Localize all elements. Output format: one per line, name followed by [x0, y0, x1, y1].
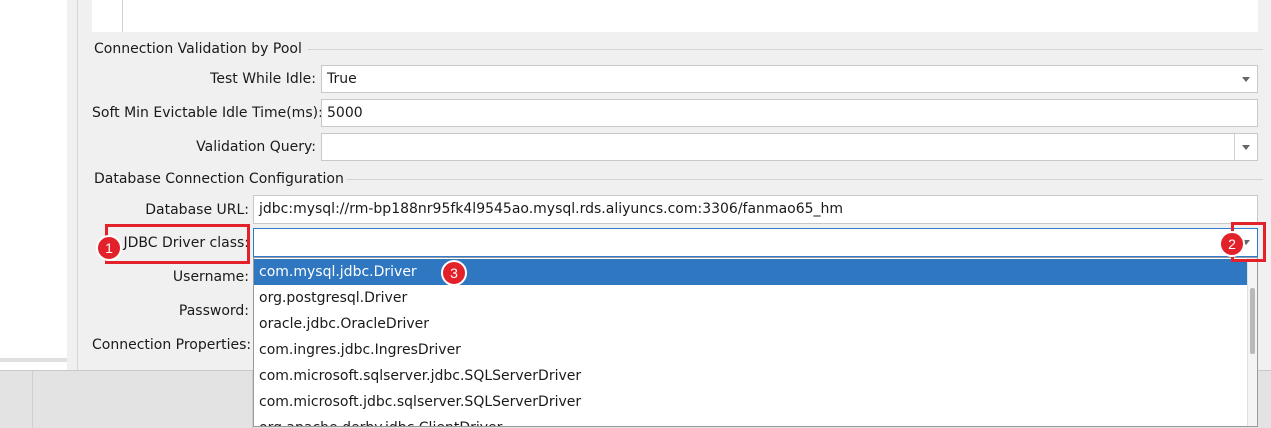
validation-query-label: Validation Query:	[196, 139, 316, 155]
soft-min-idle-input[interactable]: 5000	[321, 99, 1258, 127]
dropdown-option-derby[interactable]: org.apache.derby.jdbc.ClientDriver	[254, 415, 1248, 426]
dropdown-option-ingres[interactable]: com.ingres.jdbc.IngresDriver	[254, 337, 1248, 363]
bottom-bar-cell	[0, 371, 33, 428]
dropdown-option-postgresql[interactable]: org.postgresql.Driver	[254, 285, 1248, 311]
bottom-bar-cell	[32, 371, 253, 428]
section-title-validation: Connection Validation by Pool	[94, 41, 302, 57]
dropdown-option-oracle[interactable]: oracle.jdbc.OracleDriver	[254, 311, 1248, 337]
jdbc-driver-dropdown[interactable]: com.mysql.jdbc.Driver org.postgresql.Dri…	[253, 257, 1258, 427]
connection-properties-label: Connection Properties:	[92, 337, 252, 353]
callout-badge-2: 2	[1219, 231, 1245, 257]
database-url-input[interactable]: jdbc:mysql://rm-bp188nr95fk4l9545ao.mysq…	[253, 195, 1258, 224]
panel-gutter	[67, 0, 78, 370]
database-url-label: Database URL:	[145, 202, 249, 218]
callout-badge-3: 3	[441, 260, 467, 286]
password-label: Password:	[178, 303, 249, 319]
dropdown-scrollbar[interactable]	[1247, 258, 1257, 426]
dropdown-scrollbar-thumb[interactable]	[1250, 288, 1255, 354]
jdbc-driver-combo[interactable]	[253, 228, 1258, 257]
test-while-idle-label: Test While Idle:	[210, 71, 316, 87]
section-title-db-config: Database Connection Configuration	[94, 171, 344, 187]
text-area-gutter-line	[122, 0, 123, 32]
test-while-idle-value: True	[327, 71, 357, 87]
left-pane	[0, 0, 68, 360]
left-pane-divider	[0, 358, 67, 362]
dropdown-option-mysql[interactable]: com.mysql.jdbc.Driver	[254, 259, 1248, 285]
validation-query-combo[interactable]	[321, 133, 1258, 161]
callout-badge-1: 1	[96, 235, 122, 261]
text-area[interactable]	[92, 0, 1258, 32]
chevron-down-icon[interactable]	[1234, 134, 1257, 160]
dropdown-option-ms-jdbc-sqlserver[interactable]: com.microsoft.jdbc.sqlserver.SQLServerDr…	[254, 389, 1248, 415]
callout-box-jdbc-label	[105, 224, 250, 264]
section-divider	[346, 179, 1263, 180]
chevron-down-icon[interactable]	[1235, 66, 1257, 92]
section-divider	[308, 49, 1263, 50]
dropdown-option-sqlserver[interactable]: com.microsoft.sqlserver.jdbc.SQLServerDr…	[254, 363, 1248, 389]
test-while-idle-select[interactable]: True	[321, 65, 1258, 93]
username-label: Username:	[172, 269, 249, 285]
soft-min-idle-label: Soft Min Evictable Idle Time(ms):	[92, 105, 323, 121]
